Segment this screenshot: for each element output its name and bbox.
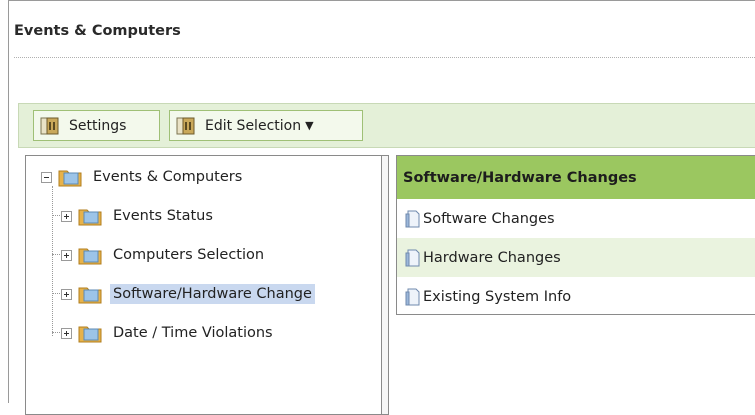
edit-selection-label: Edit Selection (205, 117, 302, 134)
folder-icon (78, 248, 102, 265)
list-item-existing-system-info[interactable]: Existing System Info (397, 277, 755, 316)
collapse-icon[interactable] (41, 171, 52, 183)
list-item-hardware-changes[interactable]: Hardware Changes (397, 238, 755, 277)
edit-selection-button[interactable]: Edit Selection ▼ (169, 110, 363, 141)
settings-label: Settings (69, 117, 127, 134)
list-header: Software/Hardware Changes (397, 156, 755, 199)
tree-label: Events Status (113, 208, 213, 224)
tree-scrollbar[interactable] (382, 155, 389, 415)
detail-list: Software/Hardware Changes Software Chang… (396, 155, 755, 315)
expand-icon[interactable] (61, 210, 72, 222)
expand-icon[interactable] (61, 288, 72, 300)
document-icon (405, 288, 420, 305)
panel-title: Events & Computers (14, 23, 181, 39)
tree-label: Software/Hardware Change (110, 284, 315, 304)
folder-icon (78, 287, 102, 304)
expand-icon[interactable] (61, 249, 72, 261)
folder-icon (58, 170, 82, 187)
report-icon (176, 117, 195, 134)
document-icon (405, 249, 420, 266)
title-divider (14, 57, 755, 58)
expand-icon[interactable] (61, 327, 72, 339)
tree-item-events-status[interactable]: Events Status (61, 203, 216, 229)
tree-label: Events & Computers (93, 169, 243, 185)
list-item-label: Existing System Info (423, 288, 572, 305)
folder-icon (78, 326, 102, 343)
chevron-down-icon[interactable]: ▼ (305, 119, 313, 132)
list-item-software-changes[interactable]: Software Changes (397, 199, 755, 238)
tree-root-node[interactable]: Events & Computers (41, 164, 245, 190)
tree-label: Computers Selection (113, 247, 265, 263)
tree-label: Date / Time Violations (113, 325, 273, 341)
report-icon (40, 117, 59, 134)
tree-item-software-hardware[interactable]: Software/Hardware Change (61, 281, 315, 307)
list-item-label: Hardware Changes (423, 249, 561, 266)
list-item-label: Software Changes (423, 210, 555, 227)
tree-item-date-time[interactable]: Date / Time Violations (61, 320, 276, 346)
settings-button[interactable]: Settings (33, 110, 160, 141)
toolbar: Settings Edit Selection ▼ (18, 103, 755, 148)
tree-item-computers-selection[interactable]: Computers Selection (61, 242, 267, 268)
tree-panel: Events & Computers Events Status Compute… (25, 155, 382, 415)
document-icon (405, 210, 420, 227)
folder-icon (78, 209, 102, 226)
